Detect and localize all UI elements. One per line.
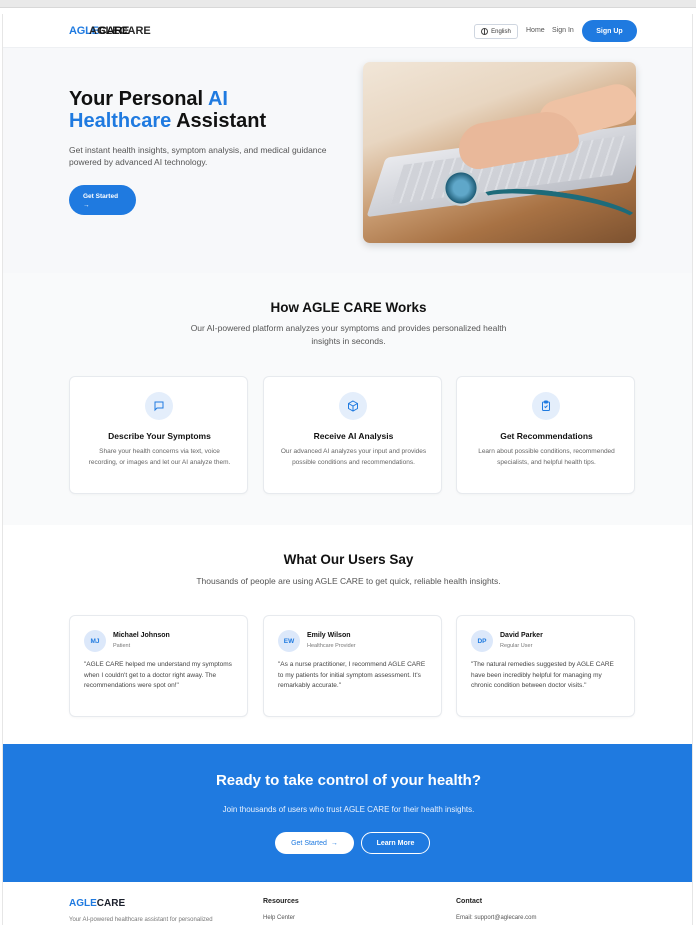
hero-title: Your Personal AI Healthcare Assistant [69,88,329,132]
browser-top-strip [0,0,696,8]
testimonials-section: What Our Users Say Thousands of people a… [3,525,692,744]
feature-title: Receive AI Analysis [313,431,394,441]
hero-cta-label: Get Started [83,193,119,200]
feature-title: Describe Your Symptoms [108,431,211,441]
testimonial-name: David Parker [500,632,543,639]
avatar: EW [278,630,300,652]
hero-get-started-button[interactable]: Get Started → [69,185,136,215]
feature-card: Describe Your Symptoms Share your health… [69,376,248,494]
footer-logo-care: CARE [96,898,126,909]
page: AGLECARE AGLECARE English Home Sign In S… [2,14,693,925]
feature-desc: Learn about possible conditions, recomme… [478,448,615,466]
footer-description: Your AI-powered healthcare assistant for… [69,917,213,923]
stethoscope-shape [443,170,479,206]
cta-get-started-button[interactable]: Get Started → [275,832,354,854]
footer-logo[interactable]: AGLECARE [69,898,125,909]
arrow-right-icon: → [83,202,90,209]
hero-subtitle: Get instant health insights, symptom ana… [69,145,327,167]
cta-section: Ready to take control of your health? Jo… [3,744,692,882]
footer-help-center-link[interactable]: Help Center [263,915,295,921]
footer: AGLECARE Your AI-powered healthcare assi… [3,882,692,925]
how-subtitle: Our AI-powered platform analyzes your sy… [190,323,507,346]
language-label: English [491,28,511,35]
arrow-right-icon: → [330,839,338,847]
testimonial-role: Patient [113,643,131,649]
hero-section: Your Personal AI Healthcare Assistant Ge… [3,48,692,273]
testimonials-subtitle: Thousands of people are using AGLE CARE … [196,576,501,586]
feature-desc: Share your health concerns via text, voi… [88,448,231,466]
testimonial-quote: "AGLE CARE helped me understand my sympt… [84,661,232,689]
how-it-works-section: How AGLE CARE Works Our AI-powered platf… [3,273,692,525]
cta-primary-label: Get Started [291,839,327,847]
cta-learn-more-button[interactable]: Learn More [361,832,430,854]
hero-title-accent-1: AI [207,88,228,110]
footer-contact-email[interactable]: Email: support@aglecare.com [456,915,536,921]
testimonial-quote: "The natural remedies suggested by AGLE … [471,661,614,689]
how-title: How AGLE CARE Works [270,300,427,315]
testimonial-name: Michael Johnson [113,632,170,639]
footer-contact-heading: Contact [456,898,483,905]
testimonial-name: Emily Wilson [307,632,351,639]
cta-title: Ready to take control of your health? [215,772,482,789]
globe-icon [481,28,489,35]
feature-desc: Our advanced AI analyzes your input and … [280,448,427,466]
top-nav: AGLECARE AGLECARE English Home Sign In S… [3,14,692,48]
testimonials-title: What Our Users Say [283,552,414,567]
testimonial-role: Healthcare Provider [307,643,356,649]
signup-button[interactable]: Sign Up [582,20,637,42]
logo-overlap-text: AGLECARE [89,25,151,37]
chat-icon [145,392,173,420]
feature-card: Get Recommendations Learn about possible… [456,376,635,494]
hero-title-plain-2: Assistant [171,110,267,132]
cta-subtitle: Join thousands of users who trust AGLE C… [222,805,475,814]
testimonial-card: DP David Parker Regular User "The natura… [456,615,635,717]
hero-title-accent-2: Healthcare [69,110,172,132]
hero-image [363,62,636,243]
avatar: MJ [84,630,106,652]
testimonial-card: MJ Michael Johnson Patient "AGLE CARE he… [69,615,248,717]
testimonial-role: Regular User [500,643,533,649]
testimonial-card: EW Emily Wilson Healthcare Provider "As … [263,615,442,717]
nav-home-link[interactable]: Home [526,27,545,34]
footer-logo-agle: AGLE [69,898,97,909]
testimonial-quote: "As a nurse practitioner, I recommend AG… [278,661,426,689]
hero-title-plain-1: Your Personal [69,88,208,110]
footer-resources-heading: Resources [263,898,299,905]
feature-card: Receive AI Analysis Our advanced AI anal… [263,376,442,494]
clipboard-check-icon [532,392,560,420]
feature-title: Get Recommendations [500,431,593,441]
nav-signin-link[interactable]: Sign In [552,27,574,34]
cube-icon [339,392,367,420]
language-button[interactable]: English [474,24,518,39]
avatar: DP [471,630,493,652]
